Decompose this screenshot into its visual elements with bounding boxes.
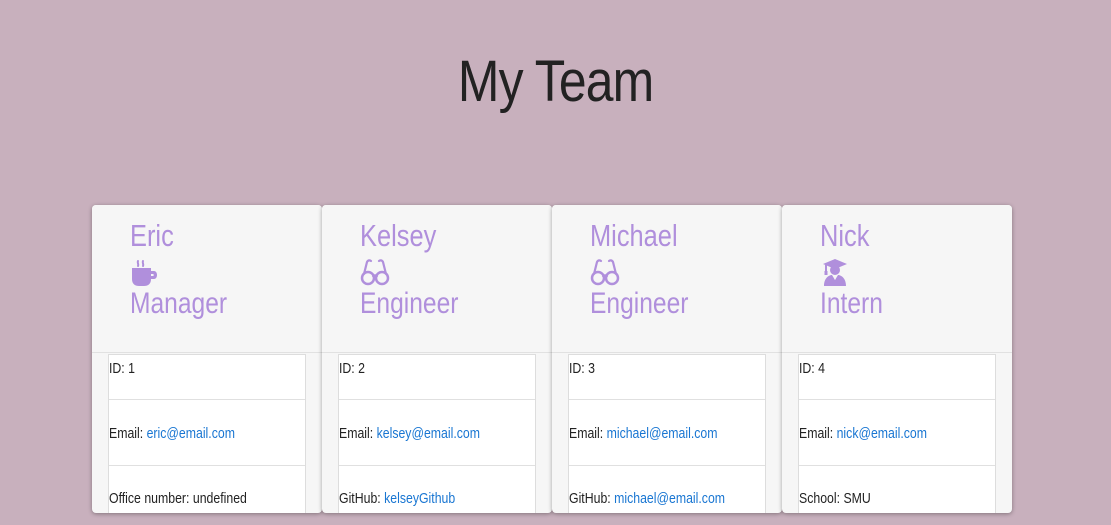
employee-id-text: ID: 1: [109, 360, 135, 377]
employee-role: Intern: [820, 287, 883, 320]
employee-id: ID: 4: [799, 359, 960, 379]
employee-email: Email: kelsey@email.com: [339, 424, 500, 444]
employee-extra-info: School: SMU: [799, 489, 960, 509]
card-header: Nick Intern: [782, 205, 1012, 353]
graduate-icon: [823, 259, 847, 286]
employee-info-list: ID: 4 Email: nick@email.com School: SMU: [798, 354, 996, 513]
row-divider: [339, 465, 535, 466]
employee-name: Eric: [130, 218, 174, 253]
employee-extra-info: GitHub: kelseyGithub: [339, 489, 500, 509]
employee-id-text: ID: 2: [339, 360, 365, 377]
page-header: My Team: [0, 0, 1111, 170]
email-label: Email:: [109, 425, 147, 442]
employee-card-nick: Nick Intern ID: 4 Email: nick@email.com …: [782, 205, 1012, 513]
extra-info-label: GitHub:: [339, 490, 385, 507]
employee-email: Email: eric@email.com: [109, 424, 270, 444]
email-label: Email:: [799, 425, 837, 442]
employee-info-list: ID: 3 Email: michael@email.com GitHub: m…: [568, 354, 766, 513]
email-label: Email:: [339, 425, 377, 442]
employee-extra-info: GitHub: michael@email.com: [569, 489, 730, 509]
card-header: Michael Engineer: [552, 205, 782, 353]
coffee-icon: [132, 260, 157, 286]
email-link[interactable]: nick@email.com: [837, 425, 927, 442]
employee-email: Email: nick@email.com: [799, 424, 960, 444]
card-header: Kelsey Engineer: [322, 205, 552, 353]
page-title: My Team: [457, 49, 654, 114]
employee-card-eric: Eric Manager ID: 1 Email: eric@email.com…: [92, 205, 322, 513]
github-link[interactable]: kelseyGithub: [384, 490, 455, 507]
employee-role: Engineer: [590, 287, 689, 320]
employee-card-kelsey: Kelsey Engineer ID: 2 Email: kelsey@emai…: [322, 205, 552, 513]
employee-name: Nick: [820, 218, 870, 253]
email-link[interactable]: kelsey@email.com: [377, 425, 480, 442]
row-divider: [799, 399, 995, 400]
row-divider: [569, 465, 765, 466]
email-link[interactable]: michael@email.com: [607, 425, 718, 442]
employee-id-text: ID: 3: [569, 360, 595, 377]
employee-role: Manager: [130, 287, 228, 320]
employee-id: ID: 2: [339, 359, 500, 379]
row-divider: [799, 465, 995, 466]
employee-id-text: ID: 4: [799, 360, 825, 377]
extra-info-label: School: SMU: [799, 490, 871, 507]
employee-extra-info: Office number: undefined: [109, 489, 270, 509]
extra-info-label: GitHub:: [569, 490, 615, 507]
employee-id: ID: 1: [109, 359, 270, 379]
employee-info-list: ID: 1 Email: eric@email.com Office numbe…: [108, 354, 306, 513]
employee-name: Michael: [590, 218, 678, 253]
email-link[interactable]: eric@email.com: [147, 425, 235, 442]
employee-role: Engineer: [360, 287, 459, 320]
employee-id: ID: 3: [569, 359, 730, 379]
row-divider: [109, 465, 305, 466]
employee-info-list: ID: 2 Email: kelsey@email.com GitHub: ke…: [338, 354, 536, 513]
glasses-icon: [590, 259, 620, 286]
row-divider: [339, 399, 535, 400]
email-label: Email:: [569, 425, 607, 442]
employee-email: Email: michael@email.com: [569, 424, 730, 444]
employee-card-michael: Michael Engineer ID: 3 Email: michael@em…: [552, 205, 782, 513]
row-divider: [569, 399, 765, 400]
team-cards: Eric Manager ID: 1 Email: eric@email.com…: [92, 205, 1014, 513]
employee-name: Kelsey: [360, 218, 437, 253]
glasses-icon: [360, 259, 390, 286]
extra-info-label: Office number: undefined: [109, 490, 247, 507]
github-link[interactable]: michael@email.com: [614, 490, 725, 507]
card-header: Eric Manager: [92, 205, 322, 353]
row-divider: [109, 399, 305, 400]
